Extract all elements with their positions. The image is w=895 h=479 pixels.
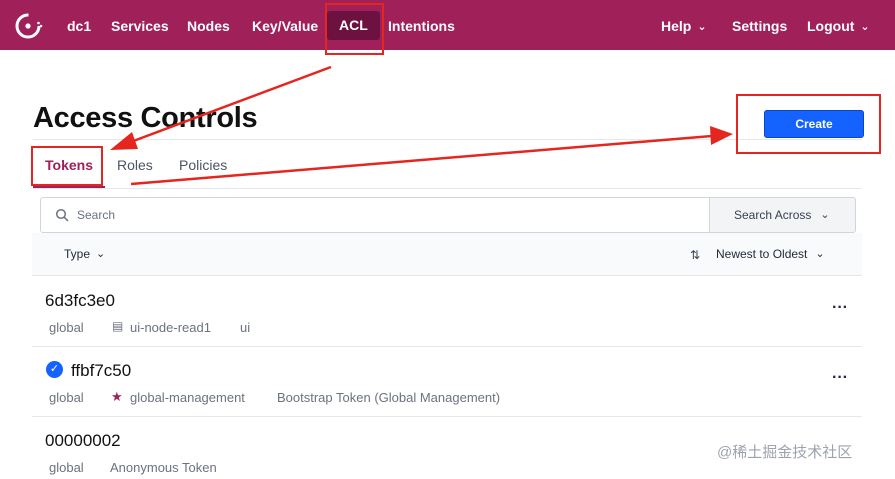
token-description: Bootstrap Token (Global Management)	[277, 390, 501, 405]
search-across-label: Search Across	[734, 208, 812, 222]
nav-logout-label: Logout	[807, 18, 855, 34]
star-icon: ★	[111, 389, 123, 404]
consul-logo-icon[interactable]	[13, 11, 43, 41]
chevron-down-icon: ⌄	[697, 21, 707, 33]
annotation-box-create	[736, 94, 881, 154]
datacenter-selector[interactable]: dc1	[67, 0, 91, 50]
nav-logout[interactable]: Logout ⌄	[807, 0, 870, 50]
chevron-down-icon: ⌄	[96, 248, 106, 260]
token-scope: global	[49, 320, 84, 335]
nav-key-value[interactable]: Key/Value	[252, 0, 318, 50]
token-row[interactable]: ✓ ffbf7c50 global ★ global-management Bo…	[32, 347, 862, 417]
top-nav: dc1 Services Nodes Key/Value ACL Intenti…	[0, 0, 895, 50]
token-description: ui	[240, 320, 251, 335]
token-id[interactable]: ffbf7c50	[71, 361, 131, 381]
nav-help-label: Help	[661, 18, 692, 34]
filter-bar: Type ⌄ ⇅ Newest to Oldest ⌄	[32, 233, 862, 276]
nav-nodes[interactable]: Nodes	[187, 0, 230, 50]
token-id[interactable]: 6d3fc3e0	[45, 291, 115, 311]
sort-label: Newest to Oldest	[716, 247, 808, 261]
token-id[interactable]: 00000002	[45, 431, 121, 451]
token-policy-link[interactable]: ui-node-read1	[130, 320, 211, 335]
type-filter-dropdown[interactable]: Type ⌄	[64, 247, 105, 261]
token-policy-link[interactable]: global-management	[130, 390, 245, 405]
nav-services[interactable]: Services	[111, 0, 169, 50]
tab-policies[interactable]: Policies	[179, 157, 227, 173]
token-row[interactable]: 6d3fc3e0 global ▤ ui-node-read1 ui ···	[32, 277, 862, 347]
chevron-down-icon: ⌄	[815, 248, 825, 260]
sort-icon: ⇅	[690, 248, 701, 262]
annotation-box-acl	[325, 3, 384, 55]
token-scope: global	[49, 390, 84, 405]
row-actions-menu[interactable]: ···	[832, 369, 848, 387]
tab-roles[interactable]: Roles	[117, 157, 153, 173]
search-placeholder: Search	[77, 208, 116, 222]
chevron-down-icon: ⌄	[820, 209, 830, 221]
check-icon: ✓	[46, 361, 63, 378]
nav-intentions[interactable]: Intentions	[388, 0, 455, 50]
document-icon: ▤	[112, 319, 124, 333]
chevron-down-icon: ⌄	[860, 21, 870, 33]
sort-dropdown[interactable]: Newest to Oldest ⌄	[716, 247, 825, 261]
row-actions-menu[interactable]: ···	[832, 299, 848, 317]
nav-settings[interactable]: Settings	[732, 0, 787, 50]
token-scope: global	[49, 460, 84, 475]
nav-help[interactable]: Help ⌄	[661, 0, 707, 50]
page-title: Access Controls	[33, 102, 258, 134]
token-description: Anonymous Token	[110, 460, 217, 475]
type-filter-label: Type	[64, 247, 91, 261]
arrowhead-icon	[710, 126, 733, 145]
search-across-dropdown[interactable]: Search Across ⌄	[709, 197, 856, 233]
watermark: @稀土掘金技术社区	[717, 444, 853, 461]
search-icon	[55, 208, 69, 222]
annotation-box-tokens	[31, 146, 103, 186]
search-input[interactable]: Search	[40, 197, 710, 233]
divider	[33, 188, 862, 189]
